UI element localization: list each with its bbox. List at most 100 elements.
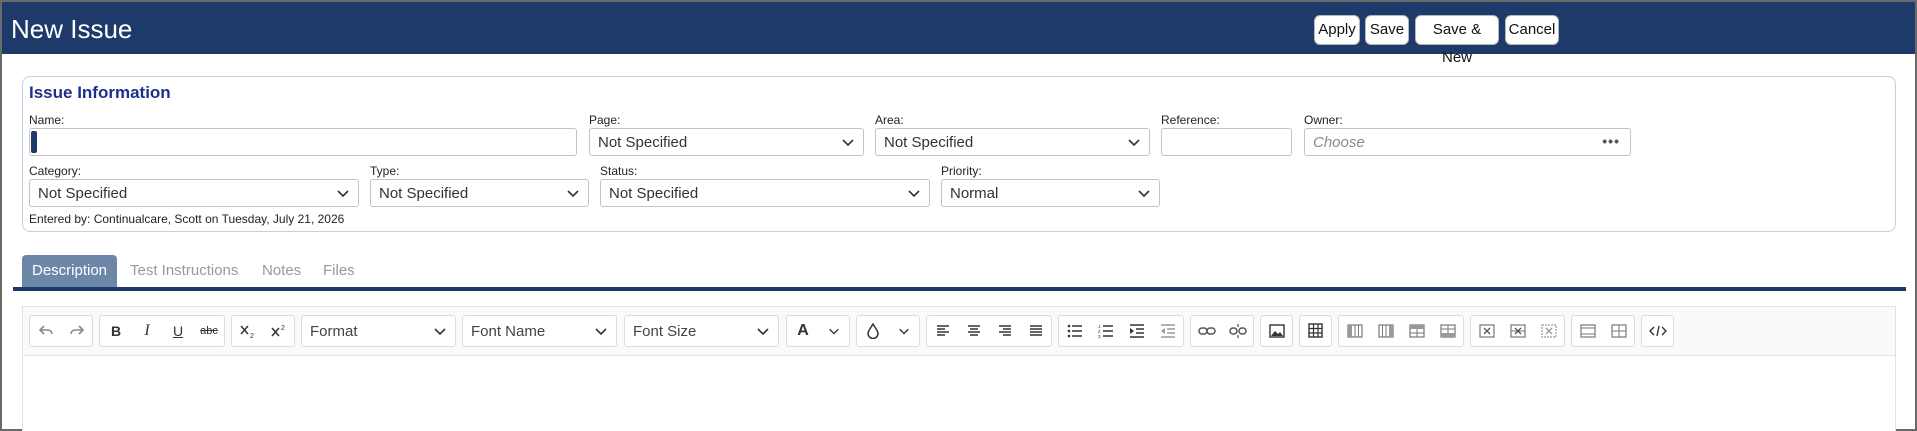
page-select[interactable]: Not Specified (589, 128, 864, 156)
font-size-dropdown[interactable]: Font Size (624, 315, 779, 347)
redo-icon[interactable] (62, 316, 92, 346)
align-left-icon[interactable] (928, 316, 958, 346)
image-icon[interactable] (1262, 316, 1292, 346)
area-select[interactable]: Not Specified (875, 128, 1150, 156)
align-justify-icon[interactable] (1021, 316, 1051, 346)
owner-label: Owner: (1304, 113, 1343, 127)
page-title: New Issue (11, 14, 133, 44)
text-style-group: B I U abc (99, 315, 225, 347)
merge-cells-icon[interactable] (1573, 316, 1603, 346)
issue-information-title: Issue Information (29, 83, 171, 102)
name-label: Name: (29, 113, 65, 127)
bold-button[interactable]: B (101, 316, 131, 346)
chevron-down-icon[interactable] (819, 316, 849, 346)
insert-column-right-icon[interactable] (1371, 316, 1401, 346)
table-insert-group (1299, 315, 1332, 347)
editor-content-area[interactable] (23, 357, 1895, 431)
tab-test-instructions[interactable]: Test Instructions (130, 255, 238, 287)
page-select-value: Not Specified (598, 134, 688, 151)
category-select[interactable]: Not Specified (29, 179, 359, 207)
chevron-down-icon (756, 324, 770, 338)
insert-row-below-icon[interactable] (1433, 316, 1463, 346)
undo-icon[interactable] (31, 316, 61, 346)
table-rows-columns-group (1338, 315, 1464, 347)
image-group (1260, 315, 1293, 347)
unlink-icon[interactable] (1223, 316, 1253, 346)
font-size-dropdown-label: Font Size (633, 323, 697, 340)
droplet-icon[interactable] (858, 316, 888, 346)
split-cells-icon[interactable] (1604, 316, 1634, 346)
reference-input[interactable] (1161, 128, 1292, 156)
chevron-down-icon (1137, 186, 1151, 200)
chevron-down-icon[interactable] (889, 316, 919, 346)
type-select[interactable]: Not Specified (370, 179, 589, 207)
superscript-icon[interactable]: 2 (264, 316, 294, 346)
entered-by-text: Entered by: Continualcare, Scott on Tues… (29, 212, 345, 226)
status-select[interactable]: Not Specified (600, 179, 930, 207)
text-cursor (31, 131, 37, 153)
more-options-icon[interactable]: ••• (1602, 133, 1620, 149)
save-button[interactable]: Save (1365, 15, 1409, 45)
priority-select-value: Normal (950, 185, 999, 202)
link-icon[interactable] (1192, 316, 1222, 346)
underline-button[interactable]: U (163, 316, 193, 346)
delete-row-icon[interactable] (1503, 316, 1533, 346)
outdent-icon[interactable] (1153, 316, 1183, 346)
save-and-new-button[interactable]: Save & New (1415, 15, 1499, 66)
chevron-down-icon (841, 135, 855, 149)
rich-text-editor[interactable]: B I U abc 2 2 Format Font Name Font Size… (22, 306, 1896, 431)
font-name-dropdown-label: Font Name (471, 323, 546, 340)
script-group: 2 2 (231, 315, 295, 347)
font-name-dropdown[interactable]: Font Name (462, 315, 617, 347)
table-icon[interactable] (1301, 316, 1331, 346)
status-label: Status: (600, 164, 638, 178)
format-dropdown[interactable]: Format (301, 315, 456, 347)
chevron-down-icon (433, 324, 447, 338)
category-select-value: Not Specified (38, 185, 128, 202)
priority-select[interactable]: Normal (941, 179, 1160, 207)
area-select-value: Not Specified (884, 134, 974, 151)
tab-description[interactable]: Description (22, 255, 118, 287)
align-center-icon[interactable] (959, 316, 989, 346)
reference-label: Reference: (1161, 113, 1220, 127)
font-color-button[interactable]: A (788, 316, 818, 346)
background-color-group (856, 315, 920, 347)
chevron-down-icon (336, 186, 350, 200)
format-dropdown-label: Format (310, 323, 358, 340)
type-label: Type: (370, 164, 400, 178)
align-right-icon[interactable] (990, 316, 1020, 346)
delete-column-icon[interactable] (1472, 316, 1502, 346)
insert-column-left-icon[interactable] (1340, 316, 1370, 346)
indent-icon[interactable] (1122, 316, 1152, 346)
font-color-group: A (786, 315, 850, 347)
alignment-group (926, 315, 1052, 347)
strikethrough-button[interactable]: abc (194, 316, 224, 346)
header-bar: New Issue Apply Save Save & New Cancel (2, 2, 1915, 66)
chevron-down-icon (566, 186, 580, 200)
delete-table-icon[interactable] (1534, 316, 1564, 346)
source-group (1641, 315, 1674, 347)
subscript-icon[interactable]: 2 (233, 316, 263, 346)
svg-text:2: 2 (250, 333, 254, 339)
list-group: 123 (1058, 315, 1184, 347)
insert-row-above-icon[interactable] (1402, 316, 1432, 346)
chevron-down-icon (907, 186, 921, 200)
chevron-down-icon (1127, 135, 1141, 149)
table-cells-group (1571, 315, 1635, 347)
italic-button[interactable]: I (132, 316, 162, 346)
priority-label: Priority: (941, 164, 982, 178)
tab-notes[interactable]: Notes (262, 255, 301, 287)
page-label: Page: (589, 113, 621, 127)
cancel-button[interactable]: Cancel (1505, 15, 1559, 45)
bullet-list-icon[interactable] (1060, 316, 1090, 346)
name-input[interactable] (29, 128, 577, 156)
tab-files[interactable]: Files (323, 255, 355, 287)
apply-button[interactable]: Apply (1314, 15, 1360, 45)
svg-text:2: 2 (281, 325, 285, 332)
type-select-value: Not Specified (379, 185, 469, 202)
link-group (1190, 315, 1254, 347)
history-group (29, 315, 93, 347)
numbered-list-icon[interactable]: 123 (1091, 316, 1121, 346)
code-view-icon[interactable] (1643, 316, 1673, 346)
owner-picker[interactable]: Choose ••• (1304, 128, 1631, 156)
